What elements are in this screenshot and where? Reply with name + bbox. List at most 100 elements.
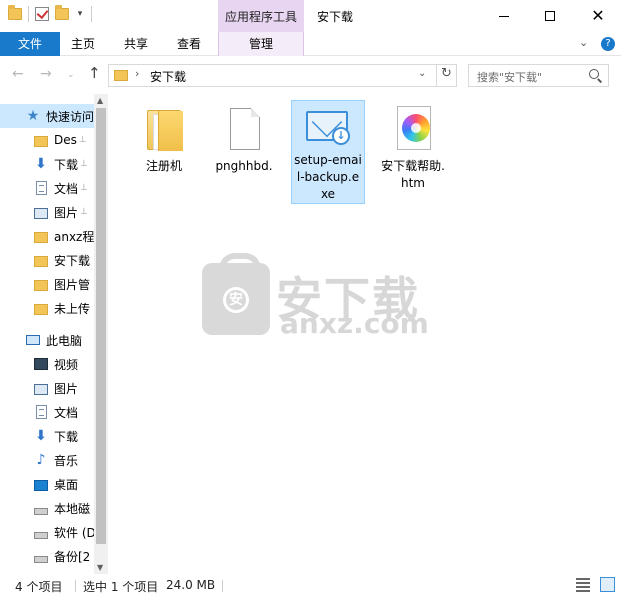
details-view-icon[interactable] [576, 578, 590, 592]
sidebar-item-software-drive[interactable]: 软件 (D [0, 520, 98, 544]
folder-icon [34, 231, 48, 243]
sidebar-item-videos[interactable]: 视频 [0, 352, 98, 376]
breadcrumb-separator-icon[interactable]: › [135, 67, 139, 80]
sidebar-item-label: Des [54, 133, 77, 147]
file-item-keygen-folder[interactable]: 注册机 [127, 100, 201, 175]
file-name: setup-email-backup.exe [294, 153, 362, 201]
scroll-up-icon[interactable]: ▲ [97, 96, 103, 105]
navigation-bar: ← → ⌄ ↑ › 安下载 ⌄ ↻ 搜索"安下载" [0, 56, 621, 94]
window-title: 安下载 [317, 10, 354, 24]
breadcrumb[interactable]: 安下载 [150, 68, 186, 85]
tab-view[interactable]: 查看 [169, 32, 209, 56]
chevron-down-icon[interactable]: ⌄ [418, 68, 426, 79]
sidebar-item-downloads[interactable]: ⬇ 下载 [0, 424, 98, 448]
blank-file-icon [220, 104, 268, 156]
sidebar-item-music[interactable]: ♪ 音乐 [0, 448, 98, 472]
folder-icon [140, 104, 188, 156]
sidebar-item-anxiazai[interactable]: 安下载 [0, 248, 98, 272]
folder-icon [34, 279, 48, 291]
selection-count: 选中 1 个项目 [83, 580, 159, 594]
tab-file[interactable]: 文件 [0, 32, 60, 56]
maximize-button[interactable] [527, 0, 573, 32]
sidebar-item-desktop[interactable]: 桌面 [0, 472, 98, 496]
file-item-setup-exe[interactable]: ↓ setup-email-backup.exe [291, 100, 365, 204]
htm-file-icon [389, 104, 437, 156]
sidebar-item-pictures[interactable]: 图片 [0, 376, 98, 400]
watermark-logo: 安 安下载 anxz.com [200, 253, 440, 343]
file-item-pnghhbd[interactable]: pnghhbd. [207, 100, 281, 175]
folder-icon[interactable] [8, 5, 22, 20]
divider [91, 6, 92, 22]
tab-share[interactable]: 共享 [116, 32, 156, 56]
address-bar[interactable]: › 安下载 ⌄ ↻ [108, 64, 457, 87]
watermark-text-en: anxz.com [280, 307, 429, 340]
chevron-down-icon[interactable]: ▾ [75, 9, 85, 19]
large-icons-view-icon[interactable] [600, 577, 615, 592]
sidebar-item-local-disk[interactable]: 本地磁 [0, 496, 98, 520]
sidebar-item-label: 下载 [54, 157, 79, 172]
title-bar: ▾ 应用程序工具 安下载 ✕ [0, 0, 621, 32]
refresh-button[interactable]: ↻ [436, 64, 457, 87]
sidebar-item-label: anxz程 [54, 229, 95, 244]
file-item-help-htm[interactable]: 安下载帮助.htm [376, 100, 450, 192]
folder-icon [34, 255, 48, 267]
search-input[interactable]: 搜索"安下载" [468, 64, 609, 87]
sidebar-item-label: 音乐 [54, 453, 79, 468]
status-bar: 4 个项目 选中 1 个项目 24.0 MB [0, 574, 621, 598]
minimize-button[interactable] [481, 0, 527, 32]
scrollbar-thumb[interactable] [96, 108, 106, 544]
forward-arrow-icon[interactable]: → [40, 66, 52, 82]
sidebar-item-backup-drive[interactable]: 备份[2 [0, 544, 98, 568]
pin-icon: ⊥ [80, 183, 88, 193]
sidebar-item-documents[interactable]: 文档 [0, 400, 98, 424]
sidebar-scrollbar[interactable]: ▲ ▼ [94, 94, 108, 574]
recent-locations-icon[interactable]: ⌄ [67, 70, 75, 80]
sidebar-item-label: 图片 [54, 381, 79, 396]
scroll-down-icon[interactable]: ▼ [97, 563, 103, 572]
up-arrow-icon[interactable]: ↑ [88, 64, 101, 82]
file-name: pnghhbd. [215, 159, 273, 173]
sidebar-item-documents-pinned[interactable]: 文档 ⊥ [0, 176, 98, 200]
back-arrow-icon[interactable]: ← [12, 66, 24, 82]
sidebar-item-this-pc[interactable]: 此电脑 [0, 328, 98, 352]
properties-icon[interactable] [35, 7, 49, 21]
tab-manage[interactable]: 管理 [218, 32, 304, 56]
new-folder-icon[interactable] [55, 5, 69, 20]
tab-home[interactable]: 主页 [63, 32, 103, 56]
help-icon[interactable]: ? [601, 37, 615, 51]
sidebar-item-not-uploaded[interactable]: 未上传 [0, 296, 98, 320]
sidebar-item-picture-manager[interactable]: 图片管 [0, 272, 98, 296]
file-name: 注册机 [145, 159, 182, 173]
search-placeholder: 搜索"安下载" [477, 71, 543, 84]
folder-icon [34, 135, 48, 147]
quick-access-toolbar: ▾ [8, 5, 92, 22]
document-icon [36, 181, 47, 195]
sidebar-item-label: 本地磁 [54, 501, 91, 516]
folder-icon [34, 303, 48, 315]
sidebar-item-downloads-pinned[interactable]: ⬇ 下载 ⊥ [0, 152, 98, 176]
email-backup-app-icon: ↓ [304, 105, 352, 150]
sidebar-item-pictures-pinned[interactable]: 图片 ⊥ [0, 200, 98, 224]
file-name: 安下载帮助.htm [381, 159, 445, 190]
sidebar-item-anxz[interactable]: anxz程 [0, 224, 98, 248]
sidebar-item-label: 图片 [54, 205, 79, 220]
sidebar-item-quick-access[interactable]: ★ 快速访问 [0, 104, 98, 128]
divider [28, 6, 29, 22]
close-button[interactable]: ✕ [575, 0, 621, 32]
expand-ribbon-icon[interactable]: ⌄ [579, 36, 588, 49]
picture-icon [34, 383, 48, 395]
download-icon: ⬇ [35, 428, 47, 444]
ribbon-tabs: 文件 主页 共享 查看 管理 ⌄ ? [0, 32, 621, 56]
star-icon: ★ [26, 108, 40, 124]
sidebar-item-label: 未上传 [54, 301, 91, 316]
sidebar-item-label: 软件 (D [54, 525, 96, 540]
sidebar-item-label: 此电脑 [46, 333, 83, 348]
app-tools-context-tab: 应用程序工具 [218, 0, 304, 32]
sidebar-item-label: 文档 [54, 181, 79, 196]
refresh-icon: ↻ [441, 66, 452, 81]
shopping-bag-icon: 安 [202, 253, 270, 335]
sidebar-item-desktop-pinned[interactable]: Des ⊥ [0, 128, 98, 152]
navigation-pane: ★ 快速访问 Des ⊥ ⬇ 下载 ⊥ 文档 ⊥ 图片 ⊥ anxz程 安下载 … [0, 94, 108, 574]
drive-icon [34, 507, 48, 515]
search-icon[interactable] [589, 69, 599, 79]
